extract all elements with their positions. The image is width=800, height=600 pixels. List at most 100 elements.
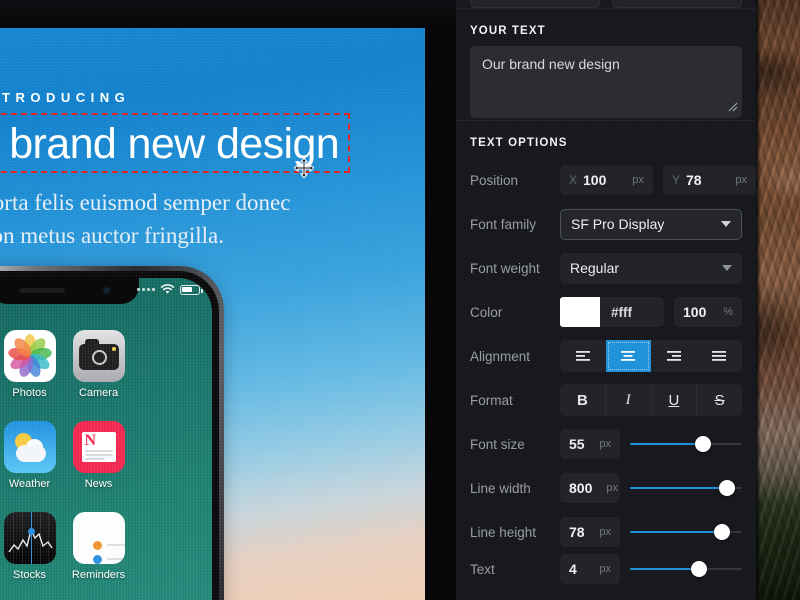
align-justify-icon xyxy=(712,351,727,361)
front-camera-icon xyxy=(102,286,111,295)
line-width-value: 800 xyxy=(569,480,593,496)
color-swatch[interactable] xyxy=(560,297,600,327)
row-format: Format B I U S xyxy=(456,378,756,422)
iphone-mockup: Friday 1 Calendar xyxy=(0,266,224,600)
label-position: Position xyxy=(470,172,519,188)
font-size-unit: px xyxy=(599,438,611,450)
app-label-weather: Weather xyxy=(8,478,51,490)
row-color: Color #fff 100 % xyxy=(456,290,756,334)
alignment-segment-group xyxy=(560,340,742,372)
app-label-reminders: Reminders xyxy=(71,569,126,581)
strikethrough-button[interactable]: S xyxy=(697,384,742,416)
position-y-input[interactable]: Y 78 px xyxy=(663,165,756,195)
reminders-icon xyxy=(72,512,125,564)
bold-button[interactable]: B xyxy=(560,384,605,416)
artboard-subcopy-line-2: non metus auctor fringilla. xyxy=(0,223,224,248)
font-weight-value: Regular xyxy=(570,260,620,276)
your-text-field-wrap xyxy=(456,46,756,120)
label-alignment: Alignment xyxy=(470,348,531,364)
next-clipped-value: 4 xyxy=(569,561,577,577)
format-segment-group: B I U S xyxy=(560,384,742,416)
position-y-value: 78 xyxy=(686,172,702,188)
clipped-field-right[interactable] xyxy=(612,0,742,8)
line-height-slider[interactable] xyxy=(630,517,742,547)
line-width-slider[interactable] xyxy=(630,473,742,503)
font-weight-select[interactable]: Regular xyxy=(560,252,742,284)
align-right-button[interactable] xyxy=(651,340,697,372)
align-justify-button[interactable] xyxy=(697,340,743,372)
line-height-input[interactable]: 78 px xyxy=(560,517,620,547)
label-format: Format xyxy=(470,392,513,408)
label-font-family: Font family xyxy=(470,216,537,232)
font-family-value: SF Pro Display xyxy=(571,216,665,232)
phone-notch xyxy=(0,278,139,304)
label-next-clipped: Text xyxy=(470,561,495,577)
font-family-select[interactable]: SF Pro Display xyxy=(560,208,742,240)
app-icon-weather[interactable]: Weather xyxy=(0,421,64,490)
app-cell-empty-3 xyxy=(133,512,202,581)
position-x-unit: px xyxy=(632,174,644,186)
app-icon-photos[interactable]: Photos xyxy=(0,330,64,399)
color-opacity-input[interactable]: 100 % xyxy=(674,297,742,327)
underline-button[interactable]: U xyxy=(652,384,697,416)
news-icon: N xyxy=(72,421,125,473)
label-font-size: Font size xyxy=(470,436,525,452)
canvas-top-bar xyxy=(0,0,456,28)
color-opacity-unit: % xyxy=(723,306,733,318)
clipped-fields-row xyxy=(456,0,756,8)
canvas-artboard[interactable]: INTRODUCING Our brand new design Porta f… xyxy=(0,28,425,600)
align-left-button[interactable] xyxy=(560,340,606,372)
app-icon-reminders[interactable]: Reminders xyxy=(64,512,133,581)
your-text-textarea[interactable] xyxy=(470,46,742,118)
font-size-slider[interactable] xyxy=(630,429,742,459)
line-width-input[interactable]: 800 px xyxy=(560,473,620,503)
color-hex-value: #fff xyxy=(611,304,632,320)
app-icon-camera[interactable]: Camera xyxy=(64,330,133,399)
color-hex-input[interactable]: #fff xyxy=(600,297,664,327)
next-clipped-unit: px xyxy=(599,563,611,575)
line-width-unit: px xyxy=(606,482,618,494)
row-font-weight: Font weight Regular xyxy=(456,246,756,290)
artboard-subcopy-line-1: Porta felis euismod semper donec xyxy=(0,190,291,215)
app-window: INTRODUCING Our brand new design Porta f… xyxy=(0,0,800,600)
label-line-width: Line width xyxy=(470,480,531,496)
speaker-grille-icon xyxy=(19,288,65,293)
app-cell-empty-1 xyxy=(133,330,202,399)
next-clipped-input[interactable]: 4 px xyxy=(560,554,620,584)
italic-button[interactable]: I xyxy=(606,384,651,416)
phone-bezel: Friday 1 Calendar xyxy=(0,271,219,600)
color-opacity-value: 100 xyxy=(683,304,707,320)
row-position: Position X 100 px Y 78 px xyxy=(456,158,756,202)
line-height-unit: px xyxy=(599,526,611,538)
row-alignment: Alignment xyxy=(456,334,756,378)
chevron-down-icon xyxy=(722,265,732,271)
app-icon-stocks[interactable]: Stocks xyxy=(0,512,64,581)
artboard-subcopy: Porta felis euismod semper donec non met… xyxy=(0,186,290,252)
stocks-icon xyxy=(3,512,56,564)
label-line-height: Line height xyxy=(470,524,537,540)
font-size-value: 55 xyxy=(569,436,585,452)
signal-dots-icon xyxy=(137,288,155,291)
next-clipped-slider[interactable] xyxy=(630,554,742,584)
position-x-input[interactable]: X 100 px xyxy=(560,165,653,195)
app-label-photos: Photos xyxy=(12,387,47,399)
font-size-input[interactable]: 55 px xyxy=(560,429,620,459)
position-x-value: 100 xyxy=(583,172,607,188)
app-icon-news[interactable]: N News xyxy=(64,421,133,490)
text-properties-panel: YOUR TEXT TEXT OPTIONS Position X 10 xyxy=(456,0,756,600)
artboard-kicker-text: INTRODUCING xyxy=(0,90,131,105)
position-y-axis-label: Y xyxy=(672,173,681,187)
row-line-height: Line height 78 px xyxy=(456,510,756,554)
position-x-axis-label: X xyxy=(569,173,578,187)
align-center-icon xyxy=(621,351,636,361)
clipped-field-left[interactable] xyxy=(470,0,600,8)
line-height-value: 78 xyxy=(569,524,585,540)
position-y-unit: px xyxy=(735,174,747,186)
label-font-weight: Font weight xyxy=(470,260,540,276)
label-color: Color xyxy=(470,304,503,320)
align-center-button[interactable] xyxy=(605,340,651,372)
app-cell-empty-2 xyxy=(133,421,202,490)
row-line-width: Line width 800 px xyxy=(456,466,756,510)
row-font-family: Font family SF Pro Display xyxy=(456,202,756,246)
desktop-wallpaper xyxy=(756,0,800,600)
